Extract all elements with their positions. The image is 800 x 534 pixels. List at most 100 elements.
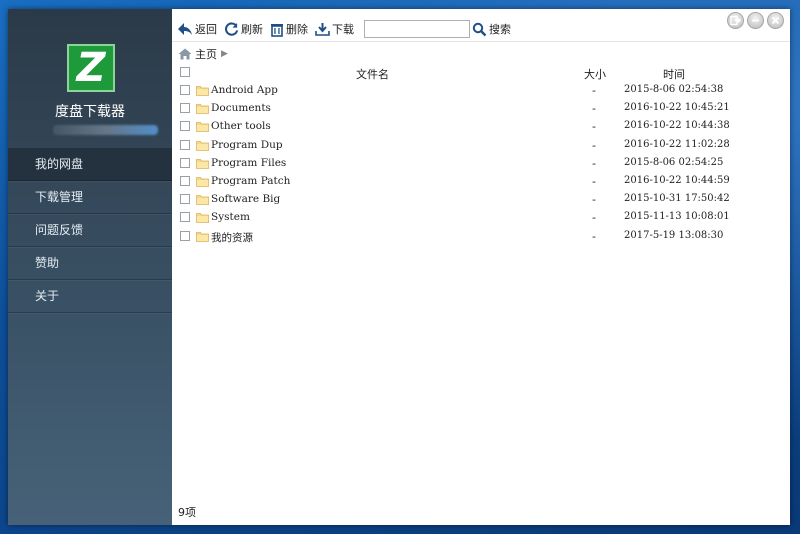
breadcrumb: 主页 ▶ xyxy=(178,46,228,62)
toolbar: 返回 刷新 删除 下载 搜索 xyxy=(172,9,790,42)
table-row[interactable]: Program Patch - 2016-10-22 10:44:59 xyxy=(178,173,784,191)
logo-letter: Z xyxy=(76,45,106,91)
row-checkbox[interactable] xyxy=(180,103,190,114)
status-count: 9项 xyxy=(178,506,196,519)
folder-icon xyxy=(196,104,209,115)
row-checkbox[interactable] xyxy=(180,139,190,150)
column-header-time[interactable]: 时间 xyxy=(663,66,685,82)
folder-icon xyxy=(196,195,209,206)
download-icon xyxy=(315,23,330,36)
file-name: Other tools xyxy=(211,120,271,133)
back-button[interactable]: 返回 xyxy=(177,20,217,38)
file-time: 2017-5-19 13:08:30 xyxy=(624,229,724,241)
column-header-size[interactable]: 大小 xyxy=(584,66,606,82)
refresh-button[interactable]: 刷新 xyxy=(224,20,263,38)
table-row[interactable]: Android App - 2015-8-06 02:54:38 xyxy=(178,82,784,100)
file-name: Software Big xyxy=(211,193,281,206)
folder-icon xyxy=(196,177,209,187)
row-checkbox[interactable] xyxy=(180,230,190,241)
file-time: 2016-10-22 10:45:21 xyxy=(624,102,730,114)
table-row[interactable]: System - 2015-11-13 10:08:01 xyxy=(178,209,784,227)
file-name: System xyxy=(211,211,250,224)
file-size: - xyxy=(592,156,596,170)
search-icon xyxy=(472,22,487,36)
sidebar-item-feedback[interactable]: 问题反馈 xyxy=(8,214,172,247)
refresh-label: 刷新 xyxy=(241,23,263,36)
select-all-checkbox[interactable] xyxy=(180,67,190,77)
file-size: - xyxy=(592,120,596,134)
delete-label: 删除 xyxy=(286,23,308,36)
file-table: 文件名 大小 时间 Android App - 2015-8-06 02:54:… xyxy=(178,64,784,246)
table-row[interactable]: 我的资源 - 2017-5-19 13:08:30 xyxy=(178,228,784,246)
file-name: Android App xyxy=(211,84,278,96)
folder-icon xyxy=(196,122,209,133)
file-time: 2015-8-06 02:54:25 xyxy=(624,156,724,168)
table-row[interactable]: Other tools - 2016-10-22 10:44:38 xyxy=(178,118,784,136)
folder-icon xyxy=(196,86,209,96)
sidebar-nav: 我的网盘 下载管理 问题反馈 赞助 关于 xyxy=(8,148,172,313)
folder-icon xyxy=(196,140,209,151)
app-logo: Z xyxy=(67,44,115,92)
download-label: 下载 xyxy=(332,23,354,36)
window-controls xyxy=(727,12,784,29)
row-checkbox[interactable] xyxy=(180,212,190,223)
folder-icon xyxy=(196,213,209,224)
row-checkbox[interactable] xyxy=(180,194,190,205)
back-arrow-icon xyxy=(178,23,192,35)
file-size: - xyxy=(592,84,596,97)
file-size: - xyxy=(592,229,596,243)
home-icon[interactable] xyxy=(178,48,192,60)
logout-icon xyxy=(730,15,741,26)
table-row[interactable]: Program Files - 2015-8-06 02:54:25 xyxy=(178,155,784,173)
table-row[interactable]: Program Dup - 2016-10-22 11:02:28 xyxy=(178,137,784,155)
file-size: - xyxy=(592,174,596,188)
table-header: 文件名 大小 时间 xyxy=(178,64,784,82)
table-row[interactable]: Documents - 2016-10-22 10:45:21 xyxy=(178,100,784,118)
column-header-name[interactable]: 文件名 xyxy=(356,66,389,82)
file-name: Program Patch xyxy=(211,174,291,187)
file-size: - xyxy=(592,193,596,207)
sidebar-item-my-disk[interactable]: 我的网盘 xyxy=(8,148,172,181)
file-size: - xyxy=(592,211,596,225)
row-checkbox[interactable] xyxy=(180,85,190,95)
minimize-button[interactable] xyxy=(747,12,764,29)
file-time: 2016-10-22 11:02:28 xyxy=(624,138,730,150)
row-checkbox[interactable] xyxy=(180,121,190,132)
app-subtitle-blur xyxy=(53,125,158,135)
sidebar: Z 度盘下载器 我的网盘 下载管理 问题反馈 赞助 关于 xyxy=(8,9,172,525)
file-name: 我的资源 xyxy=(211,231,253,244)
file-time: 2016-10-22 10:44:38 xyxy=(624,120,730,132)
close-button[interactable] xyxy=(767,12,784,29)
search-button[interactable]: 搜索 xyxy=(472,20,511,38)
file-size: - xyxy=(592,102,596,116)
file-time: 2015-8-06 02:54:38 xyxy=(624,84,724,95)
refresh-icon xyxy=(225,21,239,36)
table-row[interactable]: Software Big - 2015-10-31 17:50:42 xyxy=(178,191,784,209)
trash-icon xyxy=(271,23,283,37)
app-window: Z 度盘下载器 我的网盘 下载管理 问题反馈 赞助 关于 返回 刷新 删除 下载… xyxy=(8,9,790,525)
delete-button[interactable]: 删除 xyxy=(270,20,308,38)
file-time: 2016-10-22 10:44:59 xyxy=(624,174,730,186)
back-label: 返回 xyxy=(195,23,217,36)
minimize-icon xyxy=(752,19,759,22)
exit-button[interactable] xyxy=(727,12,744,29)
download-button[interactable]: 下载 xyxy=(315,20,354,38)
row-checkbox[interactable] xyxy=(180,175,190,186)
breadcrumb-home[interactable]: 主页 xyxy=(195,46,217,62)
search-input[interactable] xyxy=(364,20,470,38)
sidebar-item-donate[interactable]: 赞助 xyxy=(8,247,172,280)
row-checkbox[interactable] xyxy=(180,157,190,168)
folder-icon xyxy=(196,231,209,242)
file-size: - xyxy=(592,138,596,152)
sidebar-item-about[interactable]: 关于 xyxy=(8,280,172,313)
search-label: 搜索 xyxy=(489,23,511,36)
file-time: 2015-11-13 10:08:01 xyxy=(624,211,730,223)
sidebar-item-downloads[interactable]: 下载管理 xyxy=(8,181,172,214)
table-body: Android App - 2015-8-06 02:54:38 Documen… xyxy=(178,82,784,246)
breadcrumb-caret-icon: ▶ xyxy=(221,49,228,59)
file-time: 2015-10-31 17:50:42 xyxy=(624,193,730,205)
app-name: 度盘下载器 xyxy=(55,104,125,120)
file-name: Documents xyxy=(211,102,271,115)
file-name: Program Dup xyxy=(211,138,283,151)
close-icon xyxy=(771,16,780,25)
